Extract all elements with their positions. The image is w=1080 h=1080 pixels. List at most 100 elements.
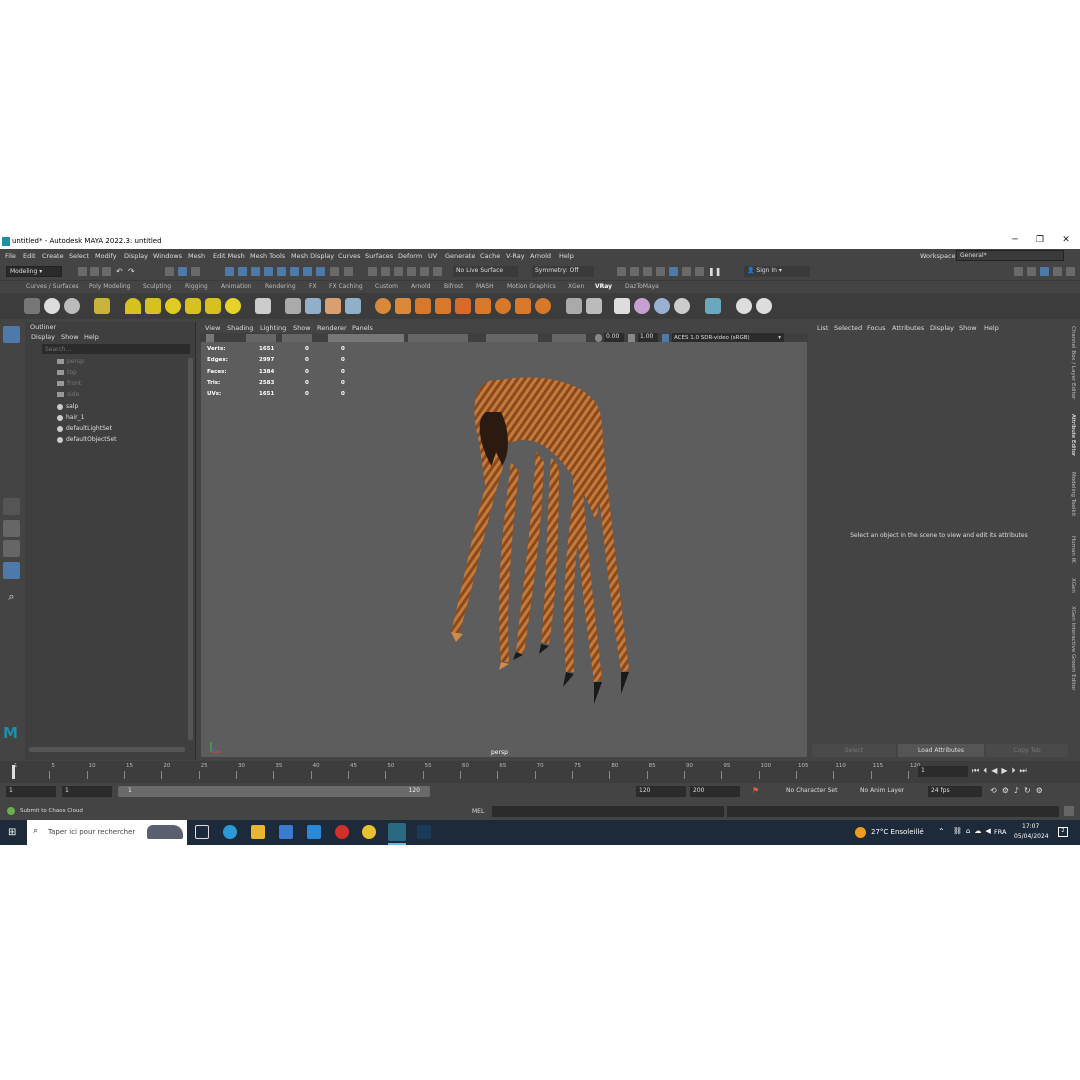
layout-icon[interactable]: [1014, 267, 1023, 276]
paint-tool-icon[interactable]: [3, 368, 20, 385]
shelf-tab-motion-graphics[interactable]: Motion Graphics: [507, 283, 556, 290]
new-scene-icon[interactable]: [78, 267, 87, 276]
taskbar-search-box[interactable]: ⌕ Taper ici pour rechercher: [27, 820, 187, 845]
viewport-menu-panels[interactable]: Panels: [352, 324, 373, 332]
attr-menu-display[interactable]: Display: [930, 324, 954, 332]
hud-toggle-icon[interactable]: [552, 334, 586, 342]
vray-scatter-icon[interactable]: [705, 298, 721, 314]
outliner-item-persp[interactable]: persp: [57, 358, 84, 365]
shelf-tab-mash[interactable]: MASH: [476, 283, 494, 290]
vray-palette-icon[interactable]: [674, 298, 690, 314]
sidebar-toggle-icon[interactable]: [1027, 267, 1036, 276]
auto-key-icon[interactable]: ⚑: [752, 786, 759, 795]
menu-curves[interactable]: Curves: [338, 252, 361, 260]
outliner-search-input[interactable]: [42, 344, 190, 354]
menu-uv[interactable]: UV: [428, 252, 437, 260]
reflection-icon[interactable]: [433, 267, 442, 276]
vray-fur-grow-icon[interactable]: [415, 298, 431, 314]
time-slider[interactable]: 1 5 10 15 20 25 30 35 40 45 50 55 60 65 70 75 80 85 90 95 10…: [0, 761, 1080, 783]
script-language-label[interactable]: MEL: [472, 808, 484, 815]
taskbar-date[interactable]: 05/04/2024: [1014, 833, 1049, 840]
open-scene-icon[interactable]: [90, 267, 99, 276]
snap-curve-icon[interactable]: [238, 267, 247, 276]
lasso-tool-icon[interactable]: [3, 347, 20, 364]
save-scene-icon[interactable]: [102, 267, 111, 276]
shelf-tab-fx[interactable]: FX: [309, 283, 317, 290]
tab-attribute-editor[interactable]: Attribute Editor: [1070, 414, 1076, 456]
shelf-tab-animation[interactable]: Animation: [221, 283, 252, 290]
vray-ipr-icon[interactable]: [695, 267, 704, 276]
symmetry-select[interactable]: Symmetry: Off: [532, 266, 594, 277]
animation-end-field[interactable]: 200: [690, 786, 740, 797]
two-view-icon[interactable]: [3, 540, 20, 557]
outliner-item-hair-1[interactable]: hair_1: [57, 414, 84, 421]
viewport-menu-show[interactable]: Show: [293, 324, 311, 332]
outliner-item-default-light-set[interactable]: defaultLightSet: [57, 425, 112, 432]
menu-edit-mesh[interactable]: Edit Mesh: [213, 252, 245, 260]
shelf-tab-xgen[interactable]: XGen: [568, 283, 584, 290]
paint-select-icon[interactable]: [394, 267, 403, 276]
menu-windows[interactable]: Windows: [153, 252, 182, 260]
select-component-icon[interactable]: [191, 267, 200, 276]
soft-select-icon[interactable]: [420, 267, 429, 276]
snap-point-icon[interactable]: [251, 267, 260, 276]
fps-select[interactable]: 24 fps: [928, 786, 982, 797]
menu-generate[interactable]: Generate: [445, 252, 475, 260]
weather-text[interactable]: 27°C Ensoleillé: [871, 828, 924, 836]
ies-light-icon[interactable]: [205, 298, 221, 314]
taskbar-time[interactable]: 17:07: [1022, 823, 1039, 830]
playback-end-field[interactable]: 120: [636, 786, 686, 797]
outliner-menu-help[interactable]: Help: [84, 333, 99, 341]
workspace-select[interactable]: General*: [956, 250, 1064, 261]
shelf-tab-fx-caching[interactable]: FX Caching: [329, 283, 363, 290]
vray-render-shelf-icon[interactable]: [24, 298, 40, 314]
vray-decal-icon[interactable]: [495, 298, 511, 314]
vray-logo-icon[interactable]: [756, 298, 772, 314]
construction-history-icon[interactable]: [381, 267, 390, 276]
search-tool-icon[interactable]: ⌕: [3, 588, 20, 605]
shelf-tab-poly-modeling[interactable]: Poly Modeling: [89, 283, 131, 290]
vray-cosmos-icon[interactable]: [566, 298, 582, 314]
edge-icon[interactable]: [223, 825, 237, 839]
vray-settings-icon[interactable]: [535, 298, 551, 314]
language-indicator[interactable]: FRA: [994, 828, 1006, 836]
viewport-menu-shading[interactable]: Shading: [227, 324, 253, 332]
camera-select-icon[interactable]: [206, 334, 214, 342]
tab-xgen[interactable]: XGen: [1070, 578, 1076, 593]
outliner-menu-show[interactable]: Show: [61, 333, 79, 341]
load-attributes-button[interactable]: Load Attributes: [898, 744, 984, 757]
menu-cache[interactable]: Cache: [480, 252, 500, 260]
outliner-menu-display[interactable]: Display: [31, 333, 55, 341]
four-view-icon[interactable]: [3, 520, 20, 537]
mode-select[interactable]: Modeling ▾: [6, 266, 62, 277]
close-button[interactable]: ✕: [1059, 235, 1073, 248]
current-frame-field[interactable]: 1: [918, 766, 968, 777]
shelf-tab-rigging[interactable]: Rigging: [185, 283, 208, 290]
tab-modeling-toolkit[interactable]: Modeling Toolkit: [1070, 472, 1076, 516]
sun-light-icon[interactable]: [225, 298, 241, 314]
shading-modes-icon[interactable]: [408, 334, 468, 342]
lasso-icon[interactable]: [368, 267, 377, 276]
store-icon[interactable]: [279, 825, 293, 839]
viewport-3d[interactable]: Verts: 1651 0 0 Edges: 2997 0 0 Faces: 1384 0 0 Tris…: [201, 342, 807, 757]
script-editor-icon[interactable]: [1064, 806, 1074, 816]
tab-xgen-groom-editor[interactable]: XGen Interactive Groom Editor: [1070, 606, 1076, 691]
channel-box-toggle-icon[interactable]: [1053, 267, 1062, 276]
mail-icon[interactable]: [307, 825, 321, 839]
proxy-icon[interactable]: [285, 298, 301, 314]
magnet-icon[interactable]: [407, 267, 416, 276]
attr-menu-show[interactable]: Show: [959, 324, 977, 332]
menu-surfaces[interactable]: Surfaces: [365, 252, 393, 260]
render-view-icon[interactable]: [617, 267, 626, 276]
vray-subdiv-icon[interactable]: [395, 298, 411, 314]
notification-icon[interactable]: 2: [1058, 827, 1068, 837]
shelf-tab-arnold[interactable]: Arnold: [411, 283, 430, 290]
shelf-tab-custom[interactable]: Custom: [375, 283, 398, 290]
modeling-toolkit-toggle-icon[interactable]: [1066, 267, 1075, 276]
attr-menu-attributes[interactable]: Attributes: [892, 324, 924, 332]
file-explorer-icon[interactable]: [251, 825, 265, 839]
outliner-item-side[interactable]: side: [57, 391, 79, 398]
input-ops-icon[interactable]: [344, 267, 353, 276]
vray-enmesh-icon[interactable]: [515, 298, 531, 314]
vray-multi-icon[interactable]: [654, 298, 670, 314]
